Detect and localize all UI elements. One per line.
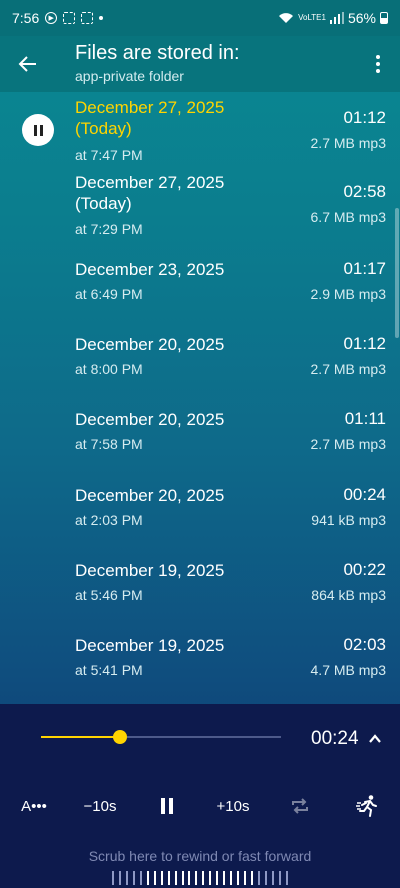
page-title: Files are stored in:	[75, 42, 240, 64]
pause-button[interactable]	[156, 794, 178, 818]
recording-item[interactable]: December 23, 2025 at 6:49 PM 01:17 2.9 M…	[0, 252, 392, 316]
recording-duration: 00:22	[343, 560, 386, 579]
speed-button[interactable]: A•••	[19, 794, 49, 818]
recording-today-label: (Today)	[75, 119, 132, 138]
battery-percent: 56%	[347, 10, 376, 26]
recording-time: at 8:00 PM	[75, 361, 143, 377]
recording-item[interactable]: December 19, 2025 at 5:46 PM 00:22 864 k…	[0, 553, 392, 617]
recording-duration: 02:58	[343, 182, 386, 201]
running-mode-button[interactable]	[356, 794, 380, 818]
recording-date: December 19, 2025	[75, 561, 225, 580]
scrub-bar[interactable]	[112, 869, 288, 885]
scrub-hint: Scrub here to rewind or fast forward	[88, 848, 312, 864]
elapsed-time: 00:24	[311, 728, 359, 749]
running-person-icon	[356, 795, 377, 817]
recording-duration: 00:24	[343, 485, 386, 504]
recording-date: December 20, 2025	[75, 335, 225, 354]
recording-item[interactable]: December 27, 2025 (Today) at 7:47 PM 01:…	[0, 92, 392, 166]
recording-item[interactable]: December 20, 2025 at 8:00 PM 01:12 2.7 M…	[0, 327, 392, 391]
status-time: 7:56	[12, 10, 40, 26]
recording-date: December 27, 2025	[75, 98, 225, 117]
recording-item[interactable]: December 20, 2025 at 7:58 PM 01:11 2.7 M…	[0, 402, 392, 466]
repeat-button[interactable]	[289, 794, 311, 818]
recording-size: 2.7 MB mp3	[310, 436, 386, 452]
storage-location: app-private folder	[75, 68, 184, 84]
playback-controls: A••• −10s +10s	[0, 794, 400, 818]
rewind-button[interactable]: −10s	[80, 794, 120, 818]
more-vert-icon	[376, 55, 380, 59]
screenshot-icon	[63, 12, 76, 24]
recording-duration: 01:12	[343, 334, 386, 353]
recording-date: December 20, 2025	[75, 486, 225, 505]
recording-duration: 02:03	[343, 635, 386, 654]
chevron-up-icon[interactable]	[367, 731, 383, 747]
recording-time: at 5:41 PM	[75, 662, 143, 678]
screen-capture-icon	[81, 12, 94, 24]
progress-fill	[41, 736, 120, 738]
scrollbar[interactable]	[395, 208, 399, 338]
forward-button[interactable]: +10s	[213, 794, 253, 818]
recording-time: at 7:29 PM	[75, 221, 143, 237]
recording-size: 4.7 MB mp3	[310, 662, 386, 678]
recording-duration: 01:12	[343, 108, 386, 127]
recording-size: 864 kB mp3	[311, 587, 386, 603]
recording-duration: 01:11	[344, 409, 386, 428]
media-playing-icon: ▶	[45, 12, 58, 24]
signal-icon	[329, 12, 344, 24]
recording-size: 2.7 MB mp3	[310, 135, 386, 151]
notification-dot-icon	[99, 16, 104, 20]
recording-date: December 20, 2025	[75, 410, 225, 429]
recording-size: 2.7 MB mp3	[310, 361, 386, 377]
wifi-icon	[278, 12, 294, 24]
recording-time: at 7:47 PM	[75, 147, 143, 163]
app-header: Files are stored in: app-private folder	[0, 36, 400, 92]
more-options-button[interactable]	[368, 50, 388, 78]
recording-time: at 7:58 PM	[75, 436, 143, 452]
arrow-left-icon	[18, 56, 36, 72]
recording-size: 6.7 MB mp3	[310, 209, 386, 225]
recording-time: at 5:46 PM	[75, 587, 143, 603]
player-panel: 00:24 A••• −10s +10s Scrub here to rewin…	[0, 704, 400, 888]
recording-date: December 27, 2025	[75, 173, 225, 192]
pause-icon	[161, 798, 165, 814]
back-button[interactable]	[14, 50, 42, 78]
recording-time: at 6:49 PM	[75, 286, 143, 302]
recording-item[interactable]: December 27, 2025 (Today) at 7:29 PM 02:…	[0, 168, 392, 242]
recording-today-label: (Today)	[75, 194, 132, 213]
volte-icon: VoLTE1	[298, 13, 326, 22]
repeat-icon	[292, 798, 308, 814]
status-bar: 7:56 ▶ VoLTE1 56%	[0, 0, 400, 36]
recording-size: 2.9 MB mp3	[310, 286, 386, 302]
recording-size: 941 kB mp3	[311, 512, 386, 528]
recording-date: December 19, 2025	[75, 636, 225, 655]
progress-knob[interactable]	[113, 730, 127, 744]
recording-item[interactable]: December 19, 2025 at 5:41 PM 02:03 4.7 M…	[0, 628, 392, 692]
battery-icon	[380, 12, 388, 24]
pause-icon[interactable]	[22, 114, 54, 146]
recording-time: at 2:03 PM	[75, 512, 143, 528]
recording-item[interactable]: December 20, 2025 at 2:03 PM 00:24 941 k…	[0, 478, 392, 542]
recording-duration: 01:17	[343, 259, 386, 278]
recording-date: December 23, 2025	[75, 260, 225, 279]
